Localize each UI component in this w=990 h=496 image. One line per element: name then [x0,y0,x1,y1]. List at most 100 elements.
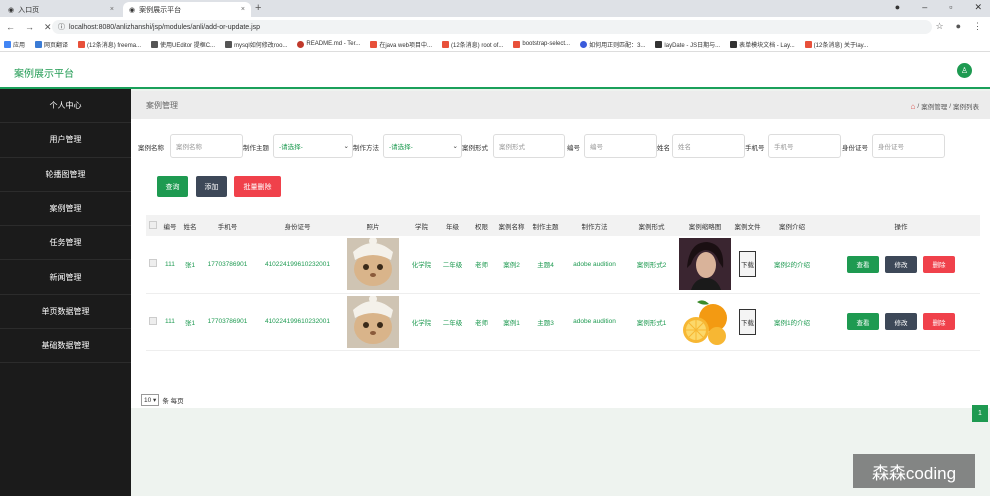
bookmark-item[interactable]: 表单模块文档 - Lay... [730,40,795,49]
new-tab-button[interactable]: + [255,2,261,14]
edit-button[interactable]: 修改 [885,313,917,330]
sidebar-item-personal[interactable]: 个人中心 [0,89,131,124]
url-field[interactable]: ⓘ localhost:8080/anlizhanshi/jsp/modules… [52,20,932,34]
browser-tab[interactable]: ◉ 入口页 × [2,2,120,17]
breadcrumb-item[interactable]: 案例管理 [921,101,947,111]
bookmark-label: README.md - Ter... [306,41,361,47]
idcard-placeholder: 身份证号 [878,144,904,151]
row-select-cell[interactable] [146,236,160,294]
close-icon[interactable]: × [241,6,245,13]
sidebar-item-news[interactable]: 新闻管理 [0,260,131,295]
sidebar-item-carousel[interactable]: 轮播图管理 [0,158,131,192]
bookmark-item[interactable]: (12条消息) root of... [442,40,503,49]
bookmark-item[interactable]: layDate - JS日期与... [655,40,720,49]
phone-input[interactable]: 手机号 [768,134,841,158]
user-icon[interactable]: ♙ [957,63,972,78]
query-button[interactable]: 查询 [157,176,188,197]
maximize-icon[interactable]: ▫ [949,2,952,13]
download-button[interactable]: 下载 [739,251,756,278]
sidebar-item-tasks[interactable]: 任务管理 [0,226,131,261]
row-select-cell[interactable] [146,293,160,351]
watermark: 森森coding [853,454,975,488]
bookmark-label: mysql如何修改roo... [234,42,288,49]
sidebar-item-single-page[interactable]: 单页数据管理 [0,295,131,330]
breadcrumb-item: 案例列表 [953,104,979,111]
select-all-header[interactable] [146,215,160,236]
bookmark-item[interactable]: 应用 [4,40,25,49]
back-icon[interactable]: ← [6,22,15,33]
bookmark-item[interactable]: README.md - Ter... [297,40,361,48]
home-icon[interactable]: ⌂ [911,102,916,111]
minimize-icon[interactable]: – [922,2,927,13]
delete-button[interactable]: 删除 [923,313,955,330]
bookmark-item[interactable]: 使用UEditor 提框C... [151,40,215,49]
intro-cell: 案例1的介绍 [762,293,822,351]
sidebar-item-base-data[interactable]: 基础数据管理 [0,329,131,364]
close-icon[interactable]: × [110,6,114,13]
method-select[interactable]: -请选择- ⌄ [383,134,462,158]
bookmark-label: 网页翻译 [44,42,69,49]
page-size-select[interactable]: 10 ▾ [141,394,160,406]
checkbox[interactable] [149,259,157,268]
number-input[interactable]: 编号 [584,134,657,158]
sidebar-item-users[interactable]: 用户管理 [0,123,131,158]
number-placeholder: 编号 [590,144,603,151]
bookmark-item[interactable]: 在java web项目中... [370,40,432,49]
bookmark-item[interactable]: mysql如何修改roo... [225,40,287,49]
add-button[interactable]: 添加 [196,176,227,197]
name-input[interactable]: 姓名 [672,134,745,158]
app-header: 案例展示平台 ♙ [0,52,990,89]
page-size-control: 10 ▾ 条 每页 [141,394,184,406]
page-title: 案例管理 [146,100,178,110]
download-button[interactable]: 下载 [739,308,756,335]
bookmark-item[interactable]: bootstrap-select... [513,40,571,48]
browser-tab-active[interactable]: ◉ 案例展示平台 × [123,2,251,17]
bookmark-label: 应用 [13,42,26,49]
phone-placeholder: 手机号 [774,144,794,151]
close-window-icon[interactable]: ✕ [974,2,982,13]
college-cell: 化学院 [406,236,437,294]
column-header: 权限 [468,215,495,236]
tab-title: 入口页 [18,6,40,14]
idcard-input[interactable]: 身份证号 [872,134,945,158]
globe-icon: ◉ [129,6,136,14]
sidebar-item-cases[interactable]: 案例管理 [0,192,131,227]
forward-icon[interactable]: → [25,22,34,33]
form-input[interactable]: 案例形式 [493,134,565,158]
content-panel: 案例名称 案例名称 制作主题 -请选择- ⌄ 制作方法 -请选择- ⌄ 案例形式 案… [131,119,990,422]
view-button[interactable]: 查看 [847,255,879,273]
column-header: 制作主题 [528,215,563,236]
grade-cell: 二年级 [437,236,468,294]
paw-icon [151,40,159,48]
table-row: 111 张1 17703786901 410224199610232001 化学… [146,293,980,351]
checkbox[interactable] [149,220,157,229]
batch-delete-button[interactable]: 批量删除 [234,176,281,197]
chevron-down-icon: ⌄ [343,143,349,150]
browser-tab-bar: ◉ 入口页 × ◉ 案例展示平台 × + ● – ▫ ✕ [0,0,990,17]
menu-icon[interactable]: ⋮ [973,21,982,32]
edit-button[interactable]: 修改 [885,255,917,273]
page-size-suffix: 条 每页 [162,398,184,405]
view-button[interactable]: 查看 [847,313,879,330]
account-icon[interactable]: ● [956,21,961,32]
column-header: 姓名 [180,215,200,236]
bookmark-item[interactable]: (12条消息) 关于lay... [804,40,868,49]
theme-select[interactable]: -请选择- ⌄ [273,134,353,158]
csdn-icon [513,40,521,48]
profile-dot-icon[interactable]: ● [895,2,900,13]
case-name-input[interactable]: 案例名称 [170,134,243,158]
column-header: 制作方法 [563,215,626,236]
role-cell: 老师 [468,236,495,294]
column-header: 照片 [340,215,406,236]
delete-button[interactable]: 删除 [923,255,955,273]
checkbox[interactable] [149,316,157,325]
sidebar: 个人中心 用户管理 轮播图管理 案例管理 任务管理 新闻管理 单页数据管理 基础… [0,89,131,496]
bookmark-label: bootstrap-select... [522,41,571,47]
stop-icon[interactable]: ✕ [44,22,52,33]
bookmark-item[interactable]: 网页翻译 [35,40,68,49]
bookmark-item[interactable]: 如何用正则匹配：3... [580,40,645,49]
star-icon[interactable]: ☆ [935,21,943,32]
column-header: 学院 [406,215,437,236]
page-number-button[interactable]: 1 [972,405,988,422]
bookmark-item[interactable]: (12条消息) freema... [78,40,141,49]
